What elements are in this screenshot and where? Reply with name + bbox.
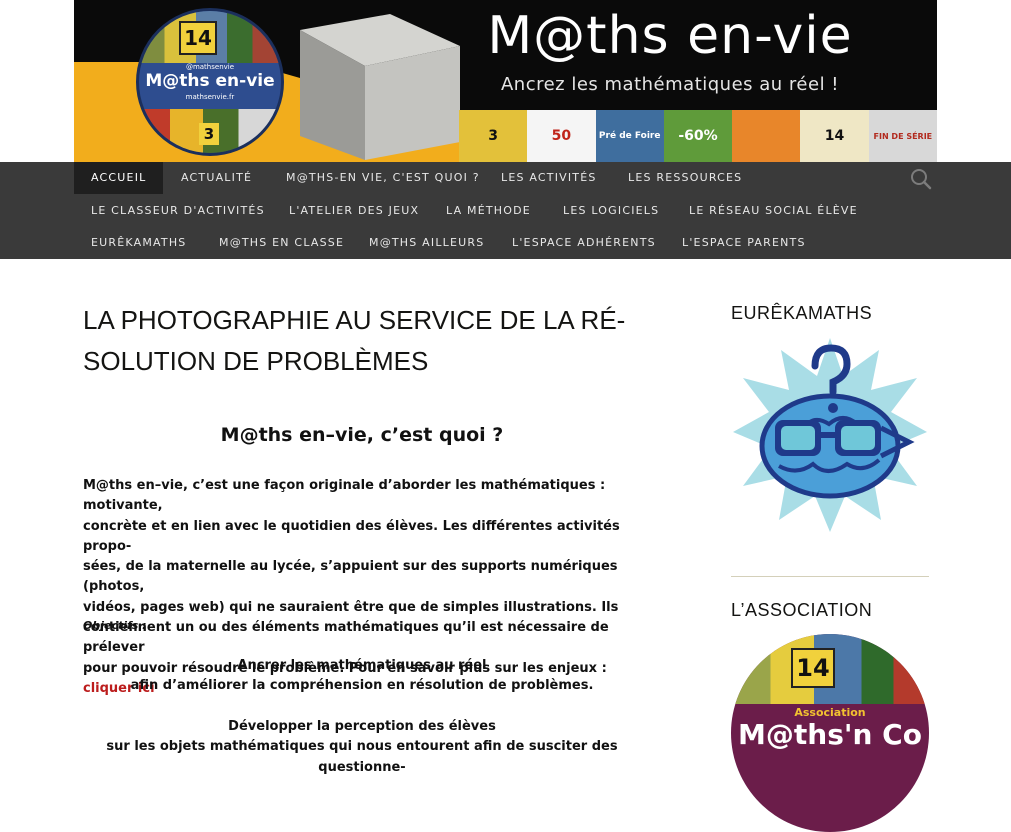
intro-line: contiennent un ou des éléments mathémati… (83, 620, 609, 656)
nav-item-atelier-jeux[interactable]: L'atelier des jeux (272, 195, 436, 227)
intro-line: vidéos, pages web) qui ne sauraient être… (83, 599, 619, 615)
strip-photo: 14 (800, 110, 869, 162)
site-title[interactable]: M@ths en-vie (460, 6, 880, 66)
nav-item-actualite[interactable]: Actualité (164, 162, 269, 194)
objective-2: Développer la perception des élèves sur … (83, 717, 641, 778)
logo-badge-number: 14 (179, 21, 217, 55)
post-title: LA PHOTOGRAPHIE AU SERVICE DE LA RÉ- SOL… (83, 300, 643, 382)
logo-badge-number-2: 3 (199, 123, 219, 145)
nav-item-classeur[interactable]: Le classeur d'activités (74, 195, 282, 227)
eurekamaths-brain-image[interactable] (731, 336, 929, 534)
nav-item-ressources[interactable]: Les ressources (611, 162, 759, 194)
nav-background-left (0, 162, 74, 259)
nav-item-maths-en-classe[interactable]: M@ths en classe (202, 227, 361, 259)
nav-item-eurekamaths[interactable]: EurêkaMaths (74, 227, 203, 259)
search-icon[interactable] (910, 168, 932, 190)
article-heading: M@ths en–vie, c’est quoi ? (220, 424, 504, 446)
nav-background-right (937, 162, 1011, 259)
intro-line: concrète et en lien avec le quotidien de… (83, 518, 620, 554)
nav-item-espace-parents[interactable]: L'espace parents (665, 227, 823, 259)
strip-photo (732, 110, 801, 162)
logo-handle: @mathsenvie (185, 63, 235, 71)
sidebar-divider (731, 576, 929, 577)
stone-cube-image (300, 14, 460, 160)
post-title-line1: LA PHOTOGRAPHIE AU SERVICE DE LA RÉ- (83, 305, 626, 335)
strip-photo: FIN DE SÉRIE (868, 110, 937, 162)
logo-site: mathsenvie.fr (185, 93, 235, 101)
objectives-label: Objectifs : (83, 619, 147, 632)
post-title-line2: SOLUTION DE PROBLÈMES (83, 346, 429, 376)
intro-line: sées, de la maternelle au lycée, s’appui… (83, 559, 618, 595)
objective-2-line1: Développer la perception des élèves (228, 719, 496, 734)
nav-item-activites[interactable]: Les activités (484, 162, 614, 194)
association-name: M@ths'n Co (738, 718, 922, 751)
widget-title-association: L’association (731, 600, 873, 620)
strip-photo: Pré de Foire (595, 110, 664, 162)
objective-1-line1: Ancrer les mathématiques au réel (237, 658, 487, 673)
strip-photo: -60% (663, 110, 733, 162)
widget-title-eurekamaths: EurêkaMaths (731, 303, 873, 323)
logo-name: M@ths en-vie (145, 71, 275, 91)
nav-item-maths-ailleurs[interactable]: M@ths ailleurs (352, 227, 501, 259)
intro-line: M@ths en–vie, c’est une façon originale … (83, 478, 606, 514)
nav-item-accueil[interactable]: Accueil (74, 162, 164, 194)
nav-item-maths-en-vie[interactable]: M@ths-en vie, c'est quoi ? (269, 162, 497, 194)
nav-item-methode[interactable]: La méthode (429, 195, 548, 227)
strip-photo: 3 (459, 110, 528, 162)
main-navigation: Accueil Actualité M@ths-en vie, c'est qu… (74, 162, 937, 259)
banner-photo-strip: 3 50 Pré de Foire -60% 14 FIN DE SÉRIE (459, 110, 937, 162)
association-badge-number: 14 (791, 648, 835, 688)
objective-1-line2: afin d’améliorer la compréhension en rés… (130, 678, 594, 694)
strip-photo: 50 (527, 110, 596, 162)
site-tagline: Ancrez les mathématiques au réel ! (500, 74, 840, 95)
nav-item-logiciels[interactable]: Les logiciels (546, 195, 676, 227)
nav-item-reseau-social[interactable]: Le réseau social élève (672, 195, 875, 227)
association-logo[interactable]: 14 Association M@ths'n Co (731, 634, 929, 832)
nav-item-espace-adherents[interactable]: L'espace adhérents (495, 227, 673, 259)
site-logo[interactable]: 14 @mathsenvie M@ths en-vie mathsenvie.f… (136, 8, 284, 156)
objective-2-line2: sur les objets mathématiques qui nous en… (106, 739, 618, 775)
site-banner[interactable]: 14 @mathsenvie M@ths en-vie mathsenvie.f… (74, 0, 937, 162)
objective-1: Ancrer les mathématiques au réel afin d’… (83, 656, 641, 697)
